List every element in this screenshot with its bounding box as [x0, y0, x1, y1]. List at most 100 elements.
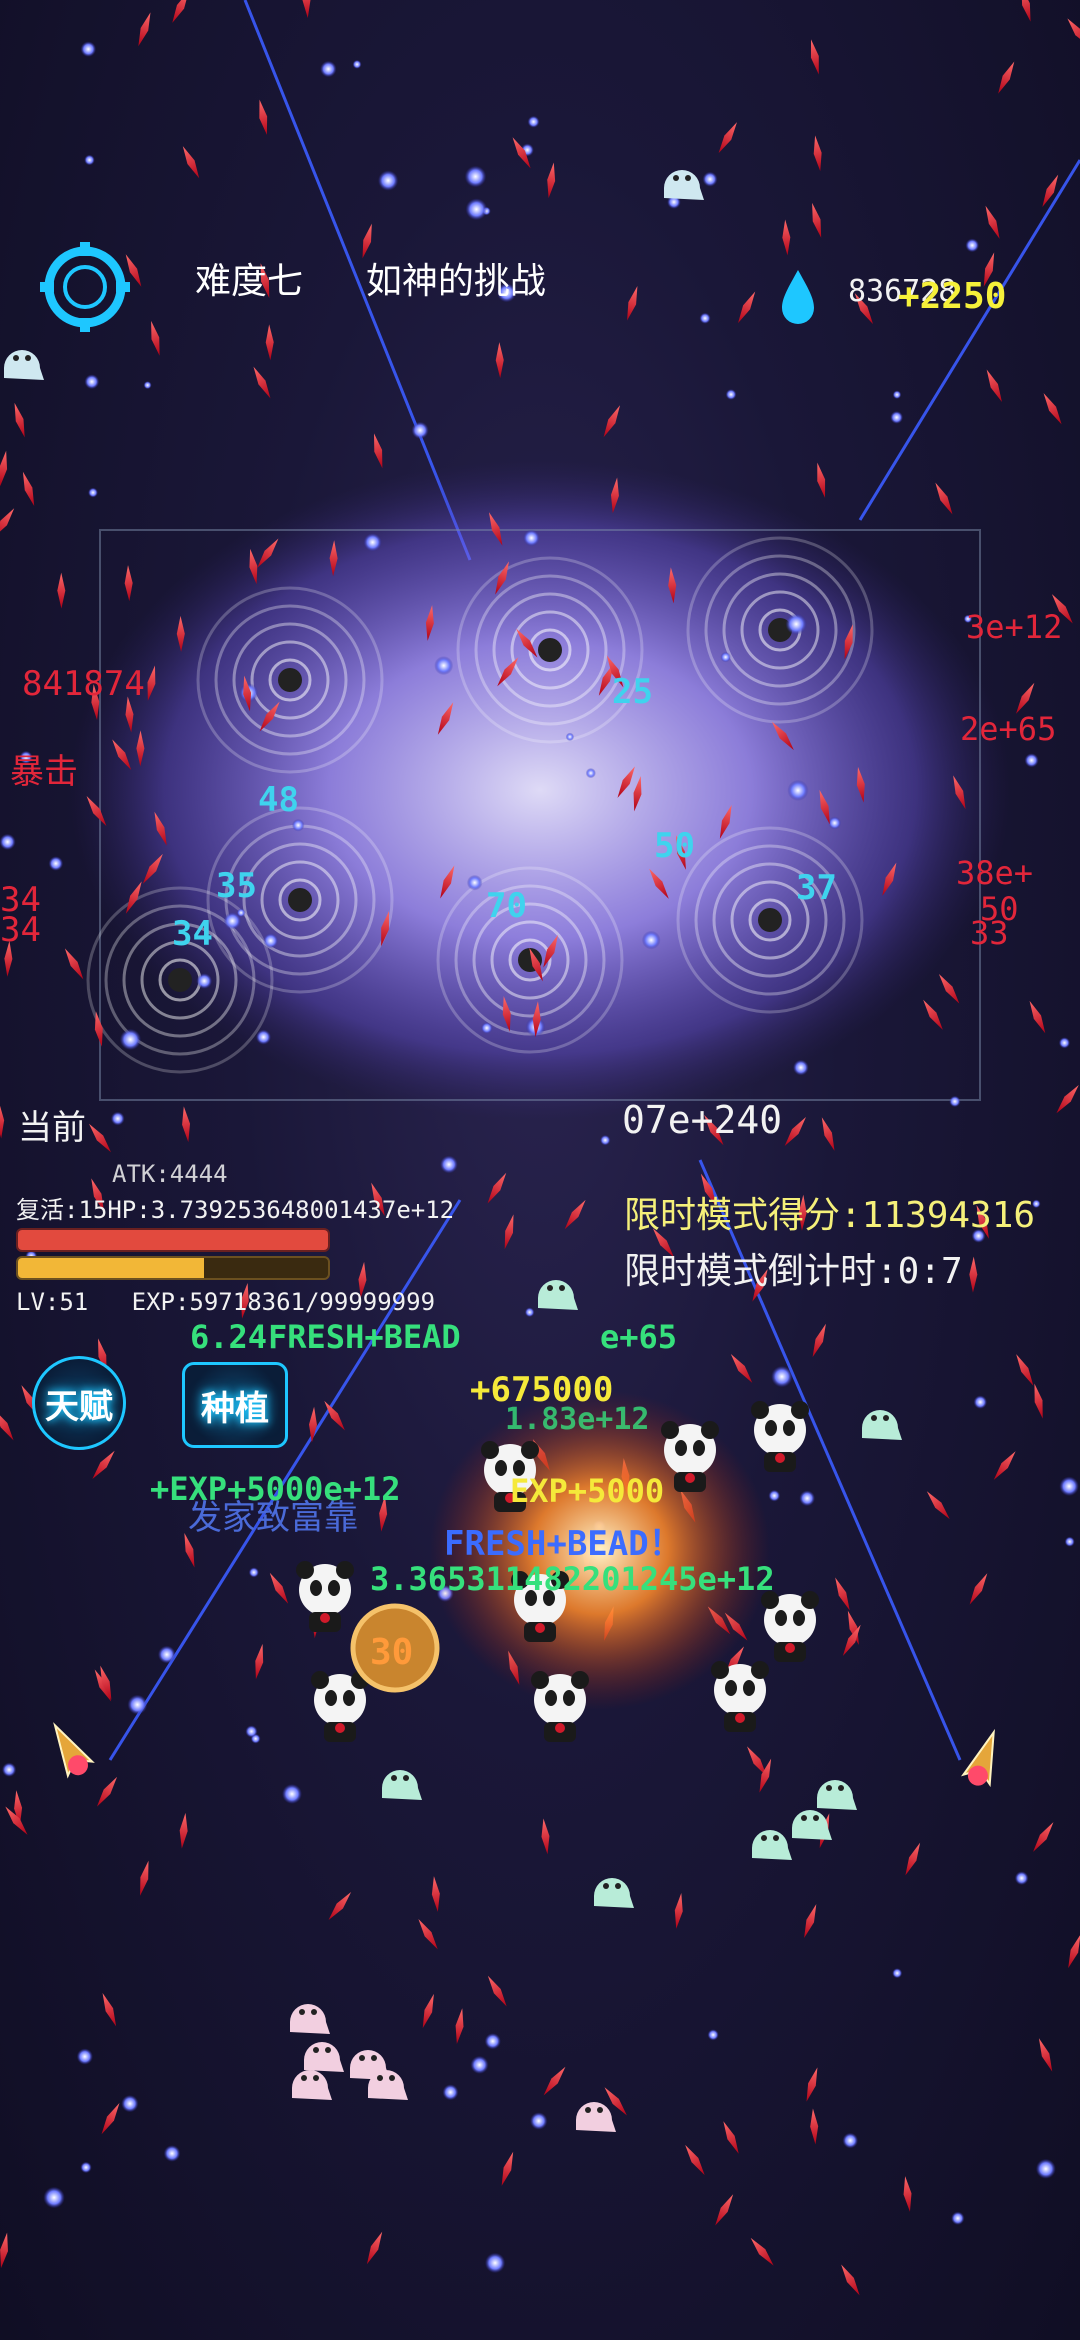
star — [77, 2159, 95, 2176]
difficulty-label: 难度七 如神的挑战 — [195, 252, 546, 304]
red-bullet — [92, 1450, 115, 1480]
red-bullet — [302, 0, 311, 19]
red-bullet — [179, 1812, 188, 1849]
red-bullet — [89, 1123, 112, 1153]
damage-number: 70 — [486, 886, 527, 926]
star — [0, 1759, 20, 1780]
fresh-banner: FRESH+BEAD！ — [444, 1524, 683, 1564]
ghost-enemy — [752, 1830, 792, 1860]
ghost-enemy — [4, 350, 44, 380]
red-bullet — [969, 1573, 988, 1605]
red-bullet — [1068, 1934, 1080, 1969]
red-bullet — [124, 565, 133, 602]
damage-number: 34 — [172, 914, 213, 954]
red-bullet — [259, 99, 268, 135]
timed-mode-score: 限时模式得分:11394316 — [624, 1195, 1036, 1236]
red-bullet — [738, 291, 756, 324]
red-bullet — [14, 402, 25, 438]
red-bullet — [812, 1323, 826, 1358]
red-bullet — [265, 324, 274, 361]
star — [481, 2029, 505, 2053]
star — [154, 1641, 180, 1668]
timed-mode-countdown: 限时模式倒计时:0:7 — [624, 1251, 963, 1292]
red-bullet — [0, 1409, 14, 1441]
revive-hp-stat: 复活:15HP:3.739253648001437e+12 — [16, 1196, 455, 1224]
star-field — [0, 38, 1080, 2278]
star — [141, 379, 154, 391]
star — [38, 2182, 70, 2213]
star — [699, 168, 721, 190]
red-bullet — [487, 1172, 507, 1204]
red-bullet — [0, 1102, 5, 1139]
laser-beam — [858, 159, 1080, 521]
red-bullet — [935, 482, 953, 515]
star — [246, 1565, 262, 1580]
red-bullet — [0, 2232, 8, 2269]
star — [439, 2080, 462, 2104]
current-label: 当前 — [18, 1108, 86, 1148]
talent-button-label: 天赋 — [45, 1386, 113, 1427]
red-bullet — [541, 1818, 550, 1855]
hp-bar — [16, 1228, 330, 1252]
red-bullet — [1067, 18, 1080, 47]
red-bullet — [784, 1117, 806, 1147]
panda-enemy — [296, 1561, 354, 1632]
red-bullet — [903, 2176, 912, 2212]
star — [890, 388, 904, 401]
ghost-enemy-group — [4, 170, 902, 2132]
red-bullet — [0, 450, 8, 487]
red-bullet — [723, 2121, 739, 2154]
star — [1021, 750, 1042, 771]
red-bullet — [1033, 1822, 1054, 1852]
red-bullet — [308, 1406, 317, 1443]
red-bullet — [841, 2264, 860, 2296]
panda-enemy — [311, 1671, 369, 1742]
red-bullet — [182, 146, 200, 179]
star — [948, 2208, 968, 2228]
bullet-field — [0, 0, 1080, 2296]
difficulty-desc: 如神的挑战 — [365, 261, 546, 302]
red-bullet — [547, 162, 556, 199]
star — [123, 1690, 152, 1719]
red-bullet — [812, 202, 822, 238]
ghost-enemy — [594, 1878, 634, 1908]
panda-enemy — [711, 1661, 769, 1732]
critical-number: 暴击 — [10, 752, 78, 792]
ghost-enemy — [664, 170, 704, 200]
settings-button[interactable] — [38, 240, 132, 334]
star — [1011, 1868, 1032, 1888]
star — [525, 113, 542, 131]
ghost-enemy — [292, 2070, 332, 2100]
red-bullet — [418, 1919, 438, 1950]
damage-number: 48 — [258, 780, 299, 820]
exp-bar — [16, 1256, 330, 1280]
red-bullet — [328, 1891, 352, 1921]
red-bullet — [455, 2008, 464, 2044]
svg-text:30: 30 — [370, 1632, 413, 1673]
red-bullet — [140, 1860, 149, 1896]
star — [526, 2108, 552, 2134]
red-bullet — [806, 2067, 818, 2102]
star — [1056, 1034, 1073, 1051]
red-bullet — [1029, 1000, 1046, 1034]
red-bullet — [923, 999, 943, 1030]
star — [77, 38, 100, 61]
critical-number: 3e+12 — [966, 608, 1063, 646]
float-text: 3.365311482201245e+12 — [370, 1560, 775, 1598]
star — [890, 1966, 905, 1981]
red-bullet — [804, 1904, 817, 1938]
hp-bar-fill — [18, 1230, 328, 1250]
plant-button[interactable]: 种植 — [182, 1362, 288, 1448]
game-stage[interactable]: 30 难度七 如神的挑战 836728 +2250 25 48 50 70 35 34 37… — [0, 0, 1080, 2340]
red-bullet — [431, 1876, 440, 1912]
red-bullet — [926, 1491, 950, 1520]
red-bullet — [366, 2231, 383, 2265]
red-bullet — [603, 405, 621, 438]
rich-text: 发家致富靠 — [188, 1498, 358, 1538]
star — [766, 1361, 798, 1392]
star — [436, 1151, 462, 1178]
partial-value: 07e+240 — [622, 1098, 783, 1142]
talent-button[interactable]: 天赋 — [32, 1356, 126, 1450]
panda-enemy — [531, 1671, 589, 1742]
panda-enemy — [751, 1401, 809, 1472]
